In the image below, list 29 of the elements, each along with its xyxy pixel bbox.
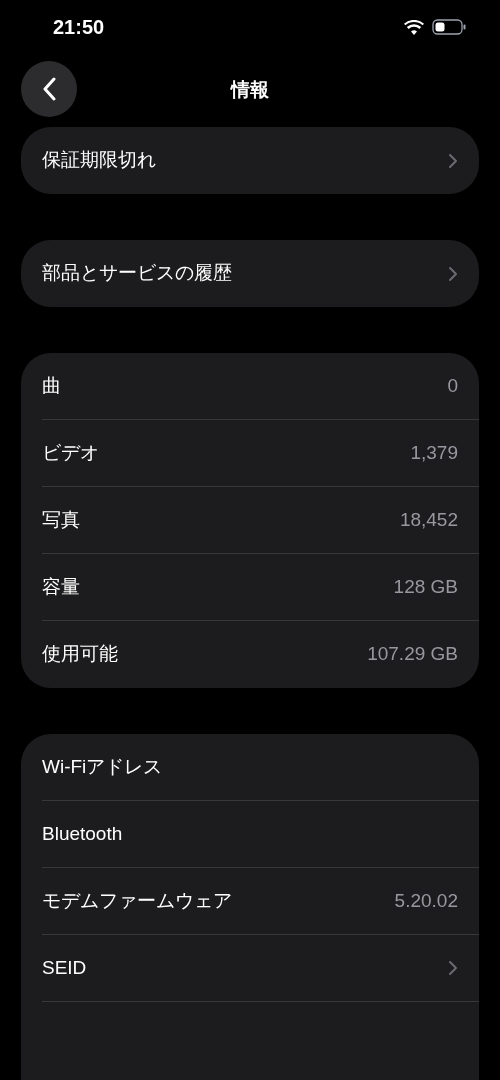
row-label: ビデオ bbox=[42, 440, 99, 465]
row-label: 部品とサービスの履歴 bbox=[42, 261, 232, 286]
row-value: 1,379 bbox=[410, 440, 458, 465]
row-label: 曲 bbox=[42, 373, 61, 398]
chevron-right-icon bbox=[448, 265, 458, 282]
row-value: 128 GB bbox=[393, 574, 458, 599]
row-label: SEID bbox=[42, 955, 87, 980]
row-value: 107.29 GB bbox=[367, 642, 458, 667]
list-row[interactable]: 保証期限切れ bbox=[42, 127, 479, 194]
row-label: 使用可能 bbox=[42, 642, 118, 667]
chevron-right-icon bbox=[448, 960, 458, 976]
list-row[interactable]: 部品とサービスの履歴 bbox=[42, 240, 479, 307]
page-title: 情報 bbox=[231, 77, 269, 102]
wifi-icon bbox=[404, 19, 424, 35]
row-value: 5.20.02 bbox=[394, 888, 458, 913]
row-label: Bluetooth bbox=[42, 821, 123, 846]
chevron-right-icon bbox=[448, 152, 458, 169]
row-label: Wi-Fiアドレス bbox=[42, 754, 163, 779]
row-label: 保証期限切れ bbox=[42, 148, 156, 173]
status-time: 21:50 bbox=[53, 15, 105, 40]
row-label: 容量 bbox=[42, 574, 80, 599]
row-label: モデムファームウェア bbox=[42, 888, 232, 913]
row-value: 0 bbox=[447, 373, 458, 398]
battery-icon bbox=[432, 19, 466, 35]
row-value: 18,452 bbox=[399, 507, 458, 532]
row-label: 写真 bbox=[42, 507, 80, 532]
back-button[interactable] bbox=[21, 61, 77, 117]
chevron-left-icon bbox=[42, 77, 56, 101]
list-row[interactable]: SEID bbox=[42, 935, 479, 1002]
